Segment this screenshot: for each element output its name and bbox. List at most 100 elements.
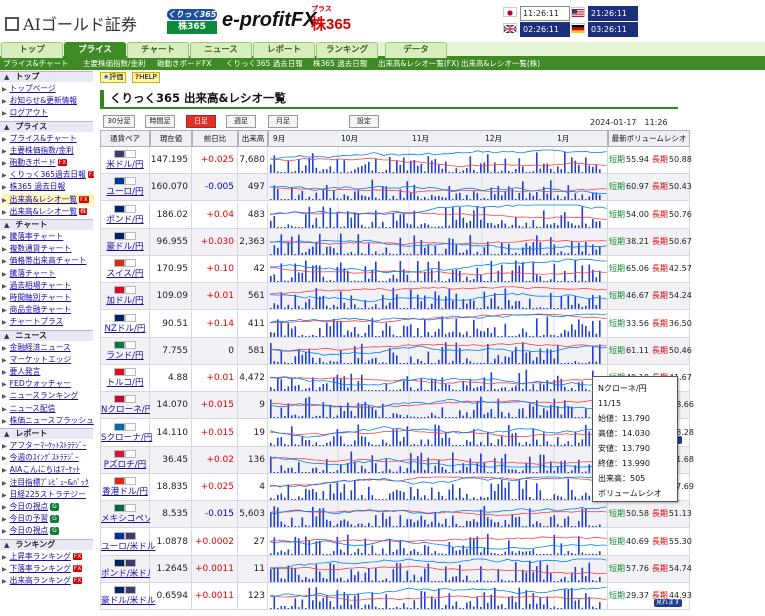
nav-tab-price[interactable]: プライス — [64, 42, 126, 58]
table-row[interactable]: ポンド/円 186.02 +0.04 483 短期54.00 長期50.76 — [100, 201, 692, 229]
sidebar-link[interactable]: ▶ AIAこんにちはﾏｰｹｯﾄ — [2, 464, 94, 475]
sidebar-link[interactable]: ▶ 下落率ランキング FX — [2, 563, 94, 574]
table-row[interactable]: 米ドル/円 147.195 +0.025 7,680 短期55.94 長期50.88 — [100, 147, 692, 174]
sidebar-link[interactable]: ▶ 主要株価指数/金利 — [2, 145, 94, 156]
pair-link[interactable]: 米ドル/円 — [101, 160, 149, 171]
pair-link[interactable]: 豪ドル/米ドル — [101, 596, 155, 607]
sidebar-link[interactable]: ▶ ログアウト — [2, 107, 94, 118]
nav-tab-top[interactable]: トップ — [1, 42, 63, 58]
pair-link[interactable]: 豪ドル/円 — [101, 242, 149, 253]
pair-link[interactable]: 加ドル/円 — [101, 296, 149, 307]
volume-ratio-chart[interactable] — [268, 528, 608, 556]
sidebar-link[interactable]: ▶ ニュースランキング — [2, 390, 94, 401]
sidebar-link[interactable]: ▶ 砲動きボード FX — [2, 157, 94, 168]
volume-ratio-chart[interactable] — [268, 365, 608, 392]
sidebar-link[interactable]: ▶ 今日の予習 G — [2, 513, 94, 524]
pair-link[interactable]: ポンド/米ドル — [101, 569, 155, 580]
sidebar-link[interactable]: ▶ 金融経済ニュース — [2, 342, 94, 353]
volume-ratio-chart[interactable] — [268, 201, 608, 229]
sidebar-link[interactable]: ▶ プライス&チャート — [2, 133, 94, 144]
table-row[interactable]: 豪ドル/米ドル 0.6594 +0.0011 123 短期29.37 長期44.93 見れま… — [100, 583, 692, 610]
volume-ratio-chart[interactable] — [268, 310, 608, 338]
sidebar-link[interactable]: ▶ お知らせ&更新情報 — [2, 95, 94, 106]
table-row[interactable]: スイス/円 170.95 +0.10 42 短期65.06 長期42.57 — [100, 256, 692, 283]
sidebar-link[interactable]: ▶ 注目指標ﾌﾟﾚﾋﾞｭｰ&ﾊﾞｯｸ — [2, 477, 94, 488]
sidebar-link[interactable]: ▶ 要人発言 — [2, 366, 94, 377]
sidebar-link[interactable]: ▶ 時間軸別チャート — [2, 292, 94, 303]
volume-ratio-chart[interactable] — [268, 501, 608, 529]
table-row[interactable]: 加ドル/円 109.09 +0.01 561 短期46.67 長期54.24 — [100, 283, 692, 311]
period-weekly-button[interactable]: 週足 — [226, 115, 256, 128]
view-badge[interactable]: 見れます — [654, 599, 683, 607]
volume-ratio-chart[interactable] — [268, 337, 608, 365]
volume-ratio-chart[interactable] — [268, 474, 608, 501]
volume-ratio-chart[interactable] — [268, 256, 608, 283]
sidebar-link[interactable]: ▶ ニュース配信 — [2, 403, 94, 414]
sidebar-link[interactable]: ▶ 複数通貨チャート — [2, 243, 94, 254]
volume-ratio-chart[interactable] — [268, 555, 608, 583]
volume-ratio-chart[interactable] — [268, 174, 608, 202]
pair-link[interactable]: スイス/円 — [101, 269, 149, 280]
volume-ratio-chart[interactable] — [268, 147, 608, 174]
pair-link[interactable]: Nクローネ/円 — [101, 405, 153, 416]
nav-tab-data[interactable]: データ — [385, 42, 447, 58]
sidebar-link[interactable]: ▶ 今日の視点 G — [2, 525, 94, 536]
table-row[interactable]: ユーロ/米ドル 1.0878 +0.0002 27 短期40.69 長期55.30 — [100, 528, 692, 556]
nav-tab-ranking[interactable]: ランキング — [316, 42, 378, 58]
sidebar-link[interactable]: ▶ 騰落率チャート — [2, 231, 94, 242]
subnav-volume-ratio-fx[interactable]: 出来高&レシオ一覧(FX) — [378, 58, 459, 70]
table-row[interactable]: ランド/円 7.755 0 581 短期61.11 長期50.46 — [100, 337, 692, 365]
volume-ratio-chart[interactable] — [268, 419, 608, 447]
subnav-movers-board[interactable]: 砲動きボードFX — [157, 58, 211, 70]
pair-link[interactable]: トルコ/円 — [101, 378, 149, 389]
sidebar-link[interactable]: ▶くりっく365過去日報FX — [2, 169, 94, 180]
settings-button[interactable]: 設定 — [349, 115, 379, 128]
nav-tab-chart[interactable]: チャート — [127, 42, 189, 58]
sidebar-link[interactable]: ▶ 出来高ランキング FX — [2, 575, 94, 586]
pair-link[interactable]: ユーロ/米ドル — [101, 542, 155, 553]
pair-link[interactable]: NZドル/円 — [101, 324, 149, 335]
period-hourly-button[interactable]: 時間足 — [145, 115, 175, 128]
sidebar-link[interactable]: ▶ 出来高&レシオ一覧株 — [2, 206, 94, 217]
table-row[interactable]: NZドル/円 90.51 +0.14 411 短期33.56 長期36.50 — [100, 310, 692, 338]
subnav-price-chart[interactable]: プライス&チャート — [3, 58, 69, 70]
sidebar-link[interactable]: ▶ 騰落チャート — [2, 268, 94, 279]
period-monthly-button[interactable]: 月足 — [268, 115, 298, 128]
sidebar-link[interactable]: ▶ FEDウォッチャー — [2, 378, 94, 389]
sidebar-link[interactable]: ▶ 株価ニュースフラッシュ — [2, 415, 94, 426]
help-button[interactable]: ?HELP — [132, 72, 160, 83]
sidebar-link[interactable]: ▶ チャートプラス — [2, 316, 94, 327]
pair-link[interactable]: メキシコペソ/円 — [101, 514, 164, 525]
subnav-volume-ratio-stock[interactable]: 出来高&レシオ一覧(株) — [461, 58, 540, 70]
period-30min-button[interactable]: 30分足 — [103, 115, 135, 128]
volume-ratio-chart[interactable] — [268, 446, 608, 474]
nav-tab-news[interactable]: ニュース — [190, 42, 252, 58]
rating-button[interactable]: ★評価 — [100, 72, 127, 83]
sidebar-link[interactable]: ▶ 商品金融チャート — [2, 304, 94, 315]
sidebar-link[interactable]: ▶ 今週のｽｲﾝｸﾞｽﾄﾗﾃｼﾞｰ — [2, 452, 94, 463]
sidebar-link[interactable]: ▶ 日経225ストラテジー — [2, 489, 94, 500]
volume-ratio-chart[interactable] — [268, 228, 608, 256]
volume-ratio-chart[interactable] — [268, 283, 608, 311]
table-row[interactable]: ユーロ/円 160.070 -0.005 497 短期60.97 長期50.43 — [100, 174, 692, 202]
volume-ratio-chart[interactable] — [268, 583, 608, 610]
pair-link[interactable]: Sクローナ/円 — [101, 433, 152, 444]
company-logo[interactable]: AIゴールド証券 — [5, 11, 137, 35]
nav-tab-report[interactable]: レポート — [253, 42, 315, 58]
sidebar-link[interactable]: ▶ 今日の視点 G — [2, 501, 94, 512]
sidebar-link[interactable]: ▶ アフターﾏｰｹｯﾄｽﾄﾗﾃｼﾞｰ — [2, 440, 94, 451]
sidebar-link[interactable]: ▶ トップページ — [2, 83, 94, 94]
table-row[interactable]: ポンド/米ドル 1.2645 +0.0011 11 短期57.76 長期54.74 — [100, 555, 692, 583]
volume-ratio-chart[interactable] — [268, 392, 608, 420]
sidebar-link[interactable]: ▶ 出来高&レシオ一覧 FX — [2, 193, 94, 205]
pair-link[interactable]: ポンド/円 — [101, 215, 149, 226]
table-row[interactable]: メキシコペソ/円 8.535 -0.015 5,603 短期50.58 長期51.13 — [100, 501, 692, 529]
subnav-indices[interactable]: 主要株価指数/金利 — [83, 58, 146, 70]
sidebar-link[interactable]: ▶ 価格帯出来高チャート — [2, 255, 94, 266]
sidebar-link[interactable]: ▶ 上昇率ランキング FX — [2, 551, 94, 562]
period-daily-button[interactable]: 日足 — [186, 115, 216, 128]
sidebar-link[interactable]: ▶ マーケットエッジ — [2, 354, 94, 365]
sidebar-link[interactable]: ▶ 株365 過去日報 — [2, 181, 94, 192]
pair-link[interactable]: 香港ドル/円 — [101, 487, 149, 498]
sidebar-link[interactable]: ▶ 過去相場チャート — [2, 280, 94, 291]
